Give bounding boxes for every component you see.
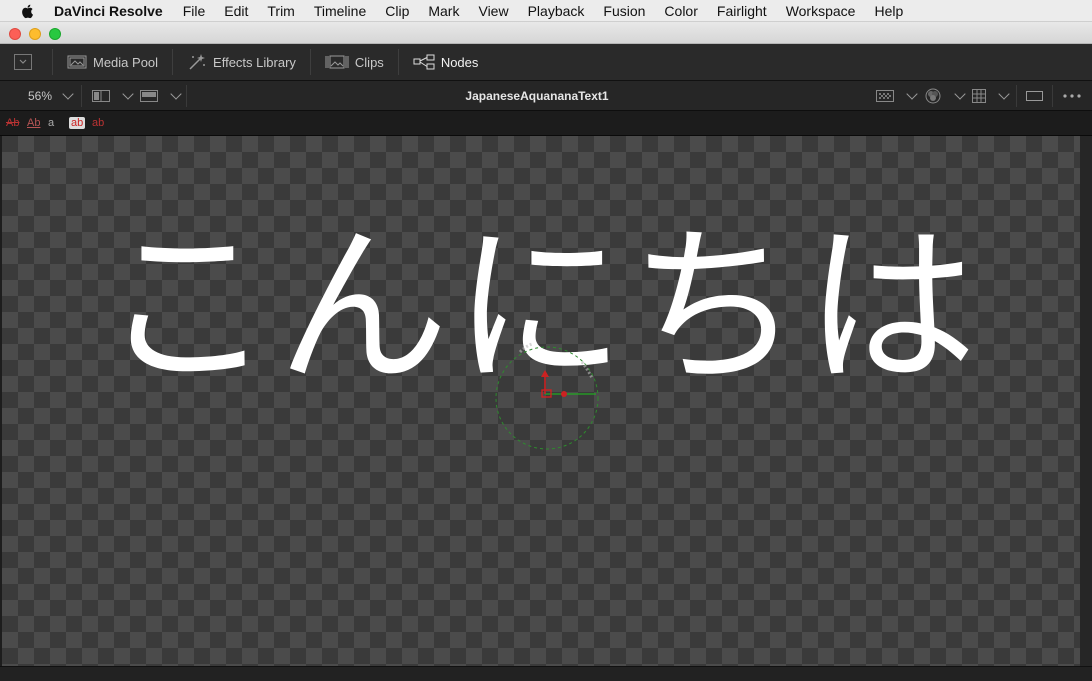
apple-icon[interactable] <box>20 3 36 19</box>
text-case-toggle[interactable]: a <box>48 117 54 129</box>
close-window-button[interactable] <box>9 28 21 40</box>
media-pool-icon <box>67 55 87 69</box>
magic-wand-icon <box>189 54 206 70</box>
viewer-header: 56% JapaneseAquananaText1 <box>0 81 1092 111</box>
menu-help[interactable]: Help <box>874 3 903 19</box>
viewer-bottom-strip <box>0 666 1092 681</box>
minimize-window-button[interactable] <box>29 28 41 40</box>
menu-view[interactable]: View <box>478 3 508 19</box>
menu-timeline[interactable]: Timeline <box>314 3 366 19</box>
viewer-size-button[interactable] <box>1026 81 1044 111</box>
text-highlight-toggle[interactable]: ab <box>69 117 86 129</box>
viewer-options-button[interactable] <box>1062 81 1082 111</box>
menu-trim[interactable]: Trim <box>267 3 294 19</box>
text-tool-toolbar: Ab Ab a ab ab <box>0 111 1092 136</box>
chevron-down-icon <box>122 88 134 100</box>
checker-display-dropdown[interactable] <box>876 81 918 111</box>
checkerboard-icon <box>876 90 894 102</box>
text-strike-toggle[interactable]: Ab <box>6 117 19 129</box>
clips-icon <box>325 55 349 69</box>
menu-bar: DaVinci Resolve File Edit Trim Timeline … <box>0 0 1092 22</box>
grid-overlay-dropdown[interactable] <box>972 81 1010 111</box>
viewer-canvas[interactable]: こんにちは <box>2 136 1080 666</box>
menu-color[interactable]: Color <box>664 3 697 19</box>
x-axis-knob[interactable] <box>561 391 567 397</box>
window-title-bar <box>0 22 1092 44</box>
text-underline-toggle[interactable]: Ab <box>27 117 40 129</box>
media-pool-button[interactable]: Media Pool <box>53 44 172 81</box>
nodes-button[interactable]: Nodes <box>399 44 493 81</box>
viewer-scroll-track[interactable] <box>1080 136 1092 666</box>
interface-toolbar: Media Pool Effects Library Clips Nodes <box>0 44 1092 81</box>
panel-toggle-icon <box>14 54 32 70</box>
effects-library-label: Effects Library <box>213 54 296 70</box>
zoom-dropdown[interactable]: 56% <box>28 81 74 111</box>
chevron-down-icon <box>998 88 1010 100</box>
menu-playback[interactable]: Playback <box>528 3 585 19</box>
more-options-icon <box>1063 94 1081 98</box>
text-outline-toggle[interactable]: ab <box>92 117 104 129</box>
zoom-level: 56% <box>28 89 53 103</box>
media-pool-label: Media Pool <box>93 54 159 70</box>
chevron-down-icon <box>906 88 918 100</box>
menu-edit[interactable]: Edit <box>224 3 248 19</box>
color-channel-dropdown[interactable] <box>924 81 966 111</box>
transform-gizmo[interactable] <box>492 342 602 452</box>
effects-library-button[interactable]: Effects Library <box>173 44 310 81</box>
viewer-layout-dropdown[interactable] <box>92 81 134 111</box>
nodes-label: Nodes <box>440 54 479 70</box>
header-divider <box>81 85 82 107</box>
zoom-window-button[interactable] <box>49 28 61 40</box>
menu-mark[interactable]: Mark <box>428 3 459 19</box>
workspace-toggle-button[interactable] <box>0 44 52 81</box>
menu-fairlight[interactable]: Fairlight <box>717 3 767 19</box>
single-view-icon <box>140 90 158 102</box>
clips-button[interactable]: Clips <box>311 44 398 81</box>
menu-file[interactable]: File <box>183 3 206 19</box>
viewer-mode-dropdown[interactable] <box>140 81 182 111</box>
color-channels-icon <box>925 88 941 104</box>
viewer-frame-icon <box>1026 91 1043 101</box>
chevron-down-icon <box>170 88 182 100</box>
chevron-down-icon <box>954 88 966 100</box>
chevron-down-icon <box>62 88 74 100</box>
grid-icon <box>972 89 986 103</box>
header-divider <box>1016 85 1017 107</box>
nodes-icon <box>413 54 435 70</box>
y-axis-arrow-icon <box>541 370 549 377</box>
menu-workspace[interactable]: Workspace <box>786 3 856 19</box>
split-view-icon <box>92 90 110 102</box>
viewer-title: JapaneseAquananaText1 <box>465 89 609 103</box>
clips-label: Clips <box>354 54 384 70</box>
app-name-menu[interactable]: DaVinci Resolve <box>54 3 163 19</box>
menu-fusion[interactable]: Fusion <box>603 3 645 19</box>
menu-clip[interactable]: Clip <box>385 3 409 19</box>
header-divider <box>1052 85 1053 107</box>
